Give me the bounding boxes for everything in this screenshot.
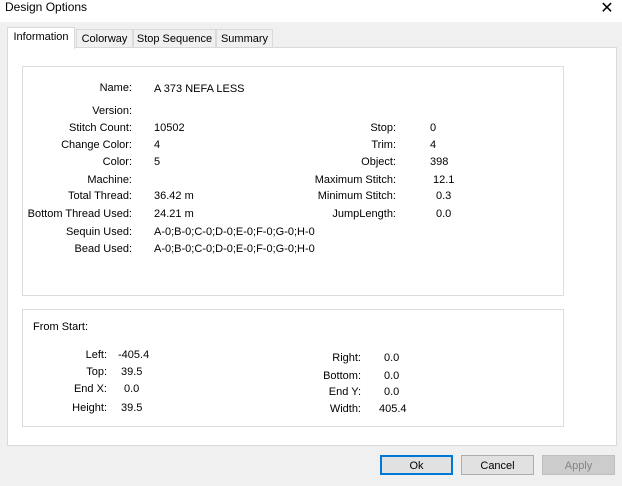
jump-length-label: JumpLength: bbox=[332, 208, 396, 220]
end-x-label: End X: bbox=[73, 383, 107, 395]
total-thread-label: Total Thread: bbox=[67, 190, 132, 202]
width-value: 405.4 bbox=[379, 403, 407, 415]
tab-colorway[interactable]: Colorway bbox=[76, 29, 133, 48]
minimum-stitch-value: 0.3 bbox=[436, 190, 452, 202]
from-start-heading: From Start: bbox=[33, 321, 89, 333]
object-value: 398 bbox=[430, 156, 449, 168]
bead-used-label: Bead Used: bbox=[74, 243, 132, 255]
name-value: A 373 NEFA LESS bbox=[154, 83, 245, 95]
minimum-stitch-label: Minimum Stitch: bbox=[317, 190, 396, 202]
top-value: 39.5 bbox=[121, 366, 143, 378]
top-label: Top: bbox=[86, 366, 107, 378]
stop-label: Stop: bbox=[370, 122, 396, 134]
height-label: Height: bbox=[72, 402, 107, 414]
end-y-label: End Y: bbox=[328, 386, 361, 398]
height-value: 39.5 bbox=[121, 402, 143, 414]
jump-length-value: 0.0 bbox=[436, 208, 452, 220]
from-start-group: From Start: Left: -405.4 Top: 39.5 End X… bbox=[22, 309, 564, 427]
bottom-value: 0.0 bbox=[384, 370, 400, 382]
trim-label: Trim: bbox=[371, 139, 396, 151]
bottom-thread-label: Bottom Thread Used: bbox=[27, 208, 132, 220]
width-label: Width: bbox=[329, 403, 361, 415]
color-label: Color: bbox=[102, 156, 132, 168]
ok-button[interactable]: Ok bbox=[380, 455, 453, 475]
tab-information[interactable]: Information bbox=[7, 27, 75, 49]
bead-used-value: A-0;B-0;C-0;D-0;E-0;F-0;G-0;H-0 bbox=[154, 243, 315, 255]
bottom-thread-value: 24.21 m bbox=[154, 208, 194, 220]
bottom-label: Bottom: bbox=[323, 370, 361, 382]
name-label: Name: bbox=[99, 82, 132, 94]
maximum-stitch-value: 12.1 bbox=[433, 174, 455, 186]
color-value: 5 bbox=[154, 156, 161, 168]
object-label: Object: bbox=[361, 156, 396, 168]
change-color-value: 4 bbox=[154, 139, 161, 151]
trim-value: 4 bbox=[430, 139, 437, 151]
end-y-value: 0.0 bbox=[384, 386, 400, 398]
stitch-count-label: Stitch Count: bbox=[69, 122, 132, 134]
machine-label: Machine: bbox=[87, 174, 132, 186]
info-group: Name: A 373 NEFA LESS Version: Stitch Co… bbox=[22, 66, 564, 296]
right-label: Right: bbox=[332, 352, 361, 364]
stop-value: 0 bbox=[430, 122, 437, 134]
left-value: -405.4 bbox=[118, 349, 150, 361]
tab-stop-sequence[interactable]: Stop Sequence bbox=[133, 29, 216, 48]
end-x-value: 0.0 bbox=[124, 383, 140, 395]
left-label: Left: bbox=[85, 349, 107, 361]
apply-button[interactable]: Apply bbox=[542, 455, 615, 475]
tab-summary[interactable]: Summary bbox=[216, 29, 273, 48]
right-value: 0.0 bbox=[384, 352, 400, 364]
close-icon[interactable]: ✕ bbox=[596, 0, 618, 20]
maximum-stitch-label: Maximum Stitch: bbox=[314, 174, 396, 186]
sequin-used-label: Sequin Used: bbox=[65, 226, 132, 238]
window-title: Design Options bbox=[5, 0, 88, 14]
cancel-button[interactable]: Cancel bbox=[461, 455, 534, 475]
change-color-label: Change Color: bbox=[61, 139, 132, 151]
sequin-used-value: A-0;B-0;C-0;D-0;E-0;F-0;G-0;H-0 bbox=[154, 226, 315, 238]
title-bar: Design Options ✕ bbox=[0, 0, 622, 22]
total-thread-value: 36.42 m bbox=[154, 190, 194, 202]
stitch-count-value: 10502 bbox=[154, 122, 185, 134]
version-label: Version: bbox=[92, 105, 132, 117]
